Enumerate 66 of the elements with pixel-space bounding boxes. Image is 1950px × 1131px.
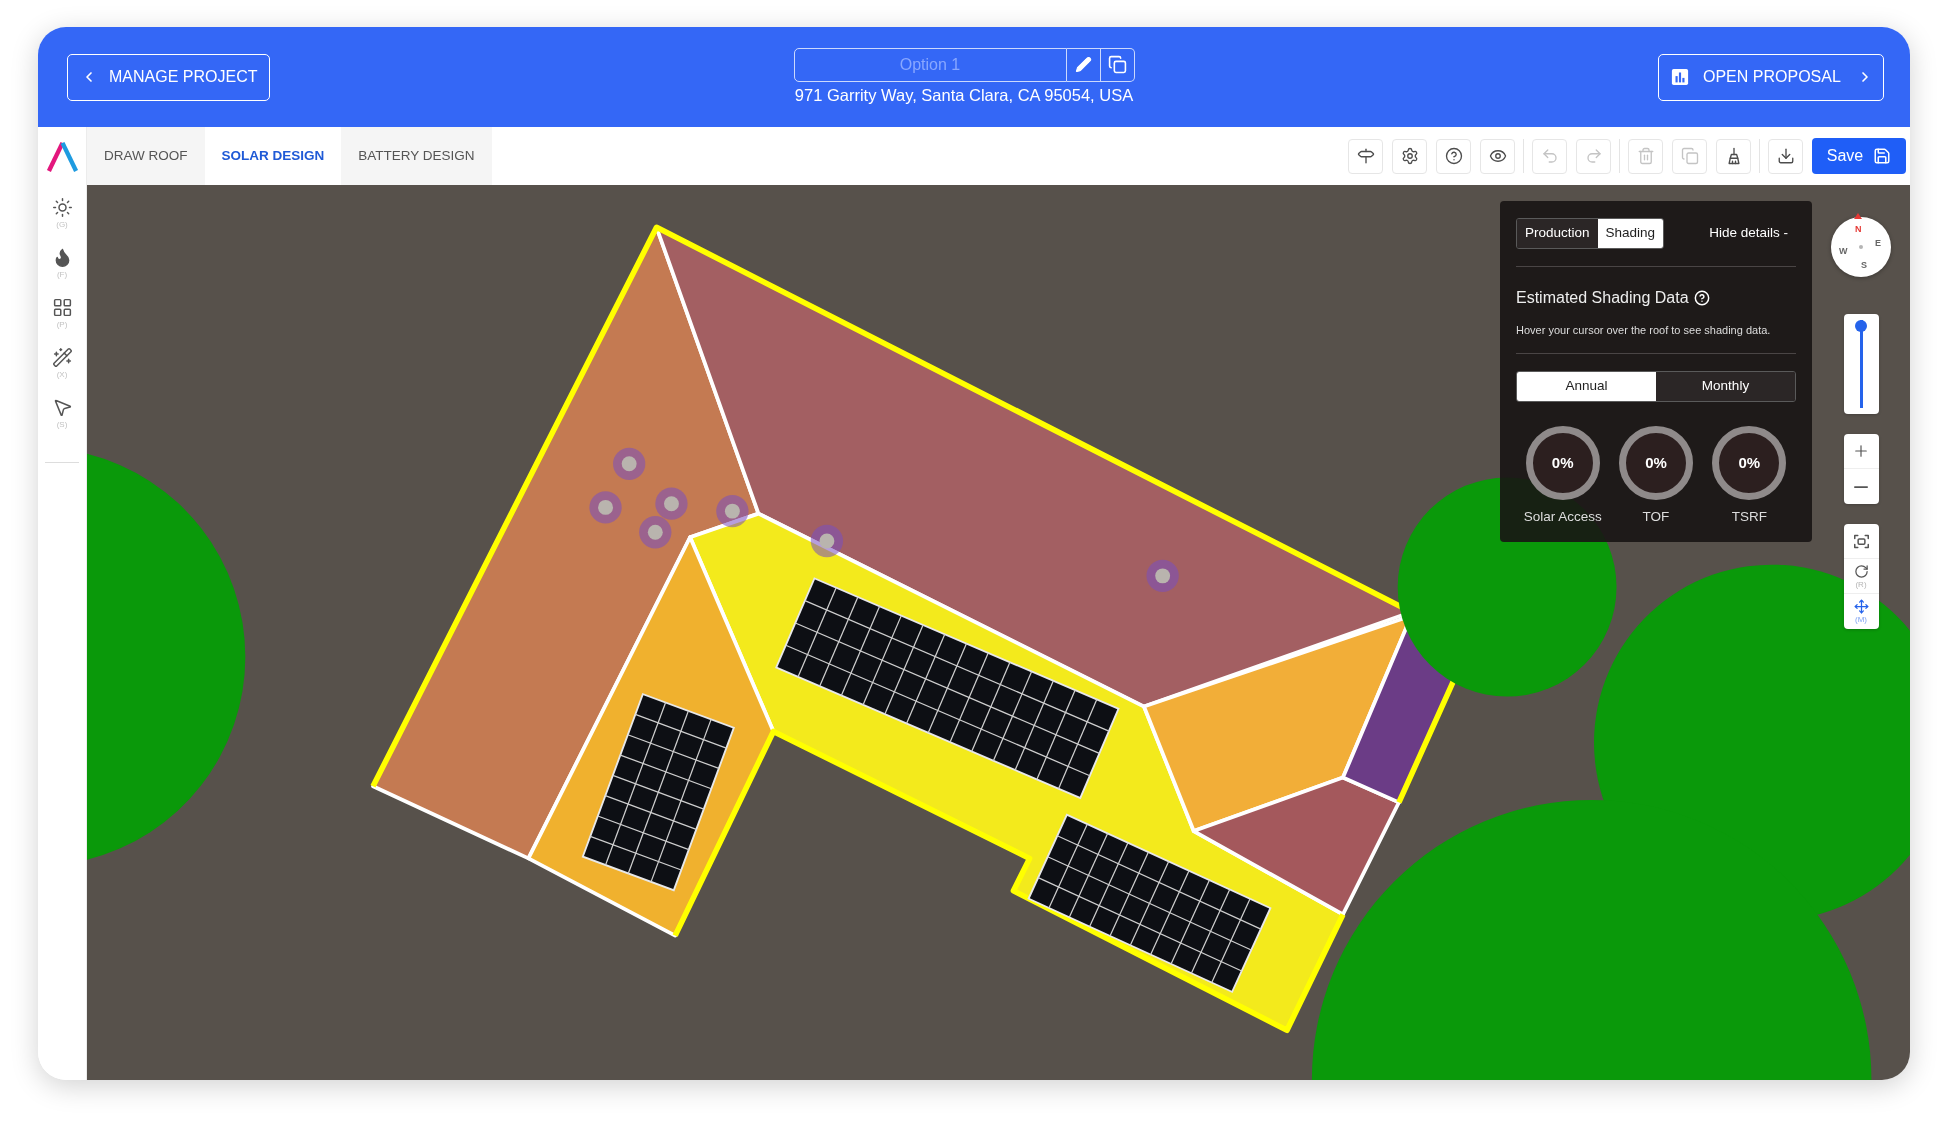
magic-wand-icon [51,347,73,368]
view-tab[interactable]: Production [1517,219,1598,248]
trash-icon [1636,147,1655,165]
view-tab[interactable]: Shading [1597,219,1664,248]
redo-icon [1584,147,1603,165]
compass-direction-label: E [1875,238,1881,248]
gauge-value: 0% [1738,453,1761,472]
logo-icon[interactable] [44,139,80,173]
save-button[interactable]: Save [1812,138,1906,174]
fit-screen-icon [1853,533,1869,549]
roof-vent [810,524,844,558]
roof-vent [613,447,646,480]
move-icon [1853,599,1869,614]
roof-vent [639,516,672,549]
download-icon [1776,147,1795,165]
move-button[interactable]: (M) [1843,594,1879,629]
pencil-icon [1074,56,1092,73]
settings-button[interactable] [1392,138,1427,174]
gauge-value: 0% [1645,453,1667,472]
compass-direction-label: S [1861,260,1867,270]
download-button[interactable] [1768,138,1803,174]
hide-details-link[interactable]: Hide details - [1709,223,1788,244]
zoom-slider-thumb[interactable] [1855,320,1867,332]
gauge-label: TOF [1642,507,1670,526]
copy-icon [1680,147,1699,165]
project-address: 971 Garrity Way, Santa Clara, CA 95054, USA [794,84,1134,105]
undo-icon [1540,147,1559,165]
edit-button[interactable] [1066,47,1101,82]
rotate-icon [1853,563,1869,579]
period-tab[interactable]: Annual [1517,371,1656,401]
signpost-icon [1356,147,1375,165]
eye-icon [1488,147,1507,165]
gauge-label: TSRF [1731,507,1767,526]
roof-vent [589,491,622,524]
help-button[interactable] [1436,138,1471,174]
help-icon[interactable] [1693,290,1710,306]
roof-vent [716,494,749,528]
compass-direction-label: N [1855,224,1862,234]
manage-project-button[interactable]: MANAGE PROJECT [67,53,270,101]
visibility-button[interactable] [1480,138,1515,174]
shading-title: Estimated Shading Data [1516,288,1689,308]
period-tab[interactable]: Monthly [1656,371,1795,401]
north-pointer-icon [1854,213,1862,219]
zoom-slider[interactable] [1855,320,1867,408]
roof-vent [1146,559,1179,593]
duplicate-button[interactable] [1100,47,1135,82]
grid-icon [51,297,73,318]
minus-icon [1854,485,1868,488]
gauge-value: 0% [1551,453,1574,472]
compass-center-icon [1859,245,1863,249]
plus-icon [1852,442,1870,460]
design-tab[interactable]: DRAW ROOF [87,127,205,185]
broom-button[interactable] [1716,138,1751,174]
signpost-button[interactable] [1348,138,1383,174]
design-tab[interactable]: BATTERY DESIGN [341,127,492,185]
sun-icon [51,197,73,218]
option-name-field[interactable]: Option 1 [793,47,1067,82]
copy-icon [1107,55,1127,74]
settings-icon [1400,147,1419,165]
chart-icon [1671,68,1689,86]
roof-vent [655,487,688,520]
gauge-label: Solar Access [1523,507,1602,526]
shading-hint: Hover your cursor over the roof to see shading data. [1516,323,1772,338]
compass-direction-label: W [1839,246,1848,256]
open-proposal-button[interactable]: OPEN PROPOSAL [1658,53,1884,101]
help-icon [1444,147,1463,165]
